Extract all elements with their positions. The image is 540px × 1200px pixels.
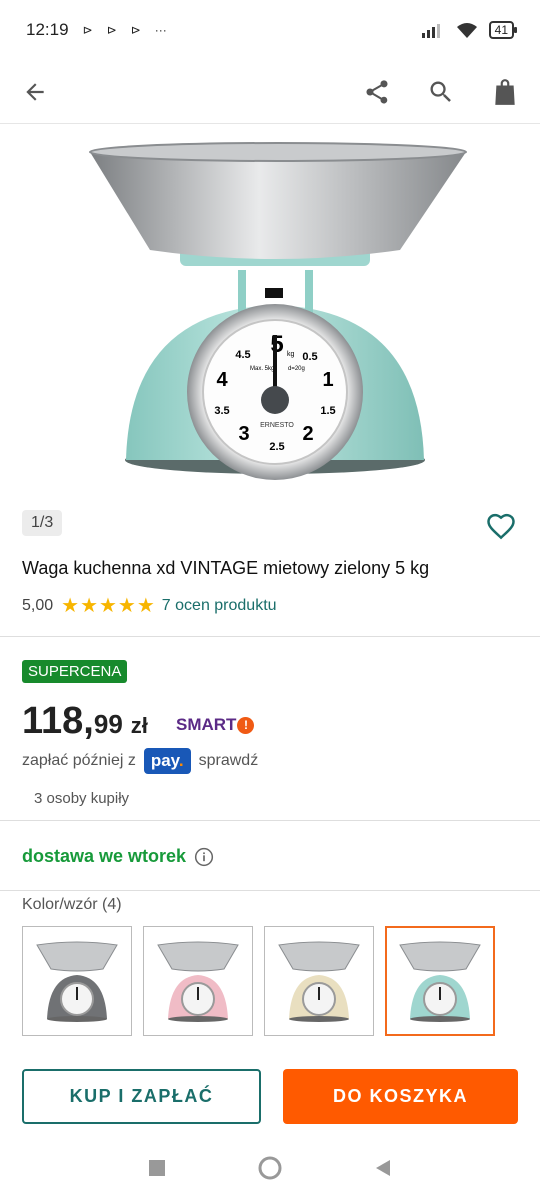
info-icon[interactable] [194,847,214,867]
pay-later-check-link[interactable]: sprawdź [199,752,259,770]
system-nav-bar [0,1136,540,1200]
pay-logo: pay. [143,748,191,774]
product-image[interactable]: 5 4.5 0.5 4 1 3.5 1.5 3 2 2.5 kg Max. 5k… [70,130,470,500]
status-bar: 12:19 ⊳ ⊳ ⊳ ··· 41 [0,0,540,60]
more-notifications-icon: ··· [154,23,167,37]
rating-row: 5,00 ★★★★★ 7 ocen produktu [22,593,277,618]
dial-label: 0.5 [302,351,317,363]
add-to-cart-button[interactable]: DO KOSZYKA [283,1069,518,1124]
divider [0,636,540,637]
divider [0,890,540,891]
smart-label: SMART [176,715,237,734]
image-counter: 1/3 [22,510,63,536]
color-variant-option[interactable] [385,926,495,1036]
dial-label: kg [287,351,295,358]
dial-label: 3 [238,423,249,445]
price-currency: zł [130,713,148,738]
share-icon[interactable] [362,77,392,107]
smart-badge[interactable]: SMART ! [176,715,255,735]
battery-icon: 41 [488,21,518,39]
delivery-text: dostawa we wtorek [22,846,187,866]
delivery-info[interactable]: dostawa we wtorek [22,846,214,867]
back-arrow-icon[interactable] [20,77,50,107]
variants-label: Kolor/wzór (4) [22,896,122,913]
supercena-badge: SUPERCENA [22,660,128,683]
signal-icon [421,24,440,38]
star-rating-icon: ★★★★★ [61,595,156,617]
variant-thumbnail [399,941,481,1022]
app-bar [0,60,540,124]
heart-icon[interactable] [486,512,516,542]
color-variant-option[interactable] [22,926,132,1036]
notification-icon: ⊳ [82,23,93,37]
dial-label: d=20g [288,366,305,372]
variant-thumbnail [278,941,360,1022]
variant-thumbnail [36,941,118,1022]
buy-now-button[interactable]: KUP I ZAPŁAĆ [22,1069,261,1124]
home-icon[interactable] [257,1155,283,1181]
shopping-bag-icon[interactable] [490,77,520,107]
dial-label: 4.5 [235,349,250,361]
dial-label: 2 [302,423,313,445]
price: 118, 99 zł [22,700,148,743]
wifi-icon [456,23,477,38]
search-icon[interactable] [426,77,456,107]
action-bar: KUP I ZAPŁAĆ DO KOSZYKA [22,1069,518,1124]
recent-apps-icon[interactable] [147,1158,167,1178]
smart-mark-icon: ! [237,716,255,734]
notification-icon: ⊳ [130,23,141,37]
bought-count: 3 osoby kupiły [34,790,130,807]
back-icon[interactable] [373,1158,393,1178]
variant-thumbnail [157,941,239,1022]
dial-brand: ERNESTO [260,422,294,429]
color-variant-option[interactable] [264,926,374,1036]
rating-value: 5,00 [22,596,54,614]
pay-later-prefix: zapłać później z [22,752,136,769]
product-title: Waga kuchenna xd VINTAGE mietowy zielony… [22,558,430,578]
dial-label: 1 [322,369,333,391]
divider [0,820,540,821]
dial-label: 4 [216,369,228,391]
status-time: 12:19 [26,20,69,39]
notification-icon: ⊳ [106,23,117,37]
dial-label: 2.5 [269,441,284,453]
price-decimal: 99 [93,709,123,739]
variant-list [22,926,495,1036]
dial-label: Max. 5kg [250,366,274,372]
reviews-link[interactable]: 7 ocen produktu [162,597,277,615]
dial-label: 1.5 [320,405,335,417]
pay-later-row: zapłać później z pay. sprawdź [22,748,258,774]
color-variant-option[interactable] [143,926,253,1036]
price-integer: 118, [22,700,94,742]
dial-label: 3.5 [214,405,229,417]
